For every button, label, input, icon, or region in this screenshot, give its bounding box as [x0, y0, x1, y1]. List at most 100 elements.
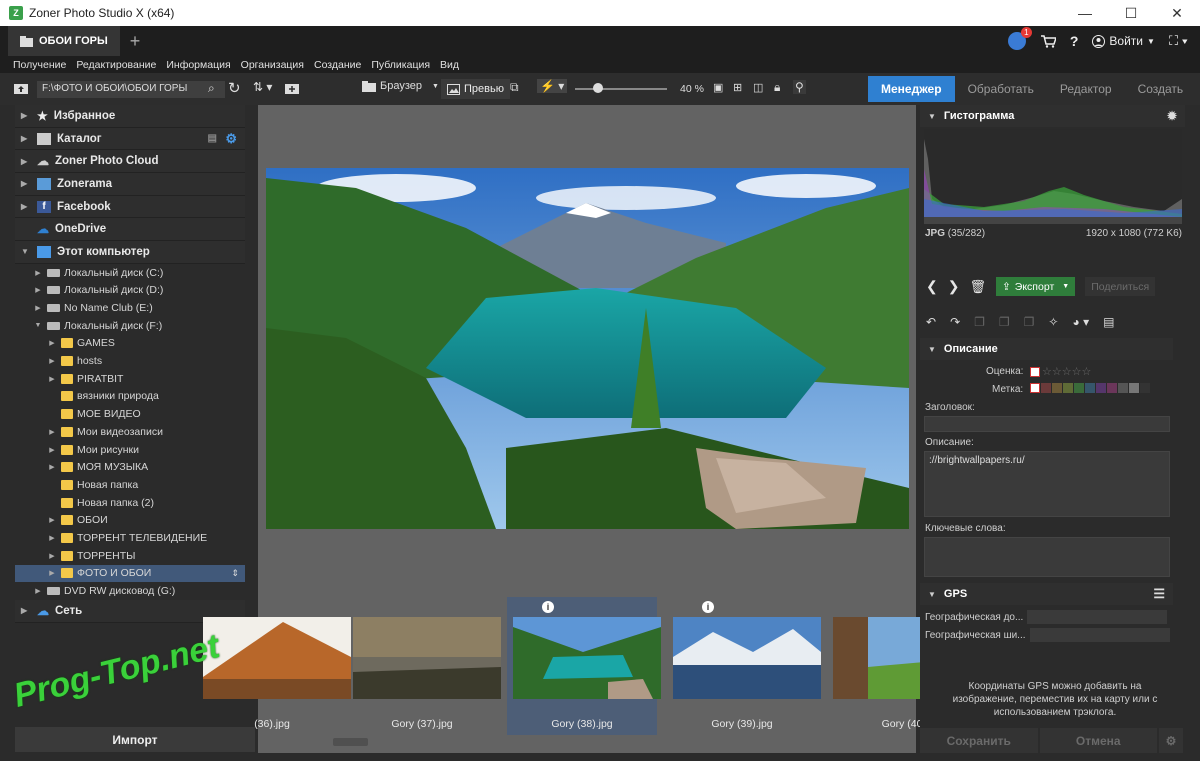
- menu-item-create[interactable]: Создание: [314, 59, 361, 71]
- expand-arrow-icon[interactable]: ▶: [47, 552, 57, 560]
- refresh-icon[interactable]: ↻: [228, 79, 241, 97]
- rotate-right-icon[interactable]: ↷: [950, 315, 960, 329]
- panel-scrollbar[interactable]: [1186, 105, 1200, 753]
- swatch-gray[interactable]: [1118, 383, 1128, 393]
- swatch-pink[interactable]: [1107, 383, 1117, 393]
- next-icon[interactable]: ❯: [948, 278, 960, 295]
- search-icon[interactable]: ⌕: [208, 81, 215, 96]
- gps-header[interactable]: ▼ GPS ☰: [920, 583, 1173, 605]
- tab-develop[interactable]: Обработать: [955, 76, 1047, 102]
- swatch-yellow[interactable]: [1063, 383, 1073, 393]
- preview-view-button[interactable]: Превью: [441, 79, 510, 99]
- maximize-button[interactable]: ☐: [1108, 0, 1154, 26]
- color-icon[interactable]: ◕ ▾: [1072, 315, 1089, 329]
- filmstrip-thumb[interactable]: (36).jpg: [197, 597, 351, 735]
- swatch-silver[interactable]: [1129, 383, 1139, 393]
- cart-icon[interactable]: [1040, 34, 1056, 48]
- info-icon[interactable]: i: [702, 601, 714, 613]
- tree-folder[interactable]: ▶ Мои рисунки: [15, 441, 245, 459]
- expand-arrow-icon[interactable]: ▶: [21, 134, 31, 143]
- browser-view-button[interactable]: Браузер ▼: [362, 80, 439, 92]
- nav-catalog[interactable]: ▶ Каталог ▤ ⚙: [15, 127, 245, 151]
- previous-icon[interactable]: ❮: [926, 278, 938, 295]
- add-tab-button[interactable]: +: [130, 31, 141, 52]
- external-window-icon[interactable]: ⧉: [510, 80, 519, 95]
- collapse-arrow-icon[interactable]: ▼: [928, 112, 936, 121]
- nav-onedrive[interactable]: ☁ OneDrive: [15, 218, 245, 242]
- expand-arrow-icon[interactable]: ▶: [47, 569, 57, 577]
- no-rating-icon[interactable]: [1030, 366, 1040, 377]
- filmstrip-thumb[interactable]: i Gory (39).jpg: [667, 597, 821, 735]
- swatch-purple[interactable]: [1096, 383, 1106, 393]
- tree-folder[interactable]: ▶ ОБОИ: [15, 511, 245, 529]
- expand-arrow-icon[interactable]: ▶: [21, 606, 31, 615]
- expand-arrow-icon[interactable]: ▶: [33, 269, 43, 277]
- histogram-header[interactable]: ▼ Гистограмма ✹: [920, 105, 1185, 127]
- description-header[interactable]: ▼ Описание: [920, 338, 1173, 360]
- tree-drive-e[interactable]: ▶ No Name Club (E:): [15, 299, 245, 317]
- tree-folder[interactable]: ▶ ТОРРЕНТ ТЕЛЕВИДЕНИЕ: [15, 529, 245, 547]
- tree-folder[interactable]: ▶ PIRATBIT: [15, 370, 245, 388]
- nav-facebook[interactable]: ▶ f Facebook: [15, 195, 245, 219]
- settings-icon[interactable]: ✹: [1167, 109, 1177, 123]
- expand-arrow-icon[interactable]: ▶: [21, 202, 31, 211]
- delete-icon[interactable]: 🗑︎: [969, 279, 986, 295]
- info-icon[interactable]: i: [542, 601, 554, 613]
- expand-arrow-icon[interactable]: ▶: [47, 534, 57, 542]
- zoom-slider-track[interactable]: [575, 88, 667, 90]
- export-button[interactable]: ⇪ Экспорт ▼: [995, 277, 1076, 296]
- chevron-down-icon[interactable]: ▼: [1062, 283, 1069, 290]
- tree-folder[interactable]: ▶ hosts: [15, 352, 245, 370]
- share-button[interactable]: Поделиться: [1085, 277, 1156, 296]
- comment-icon[interactable]: ▤: [1103, 315, 1114, 329]
- tab-editor[interactable]: Редактор: [1047, 76, 1125, 102]
- notifications-icon[interactable]: 1: [1007, 27, 1032, 50]
- add-folder-icon[interactable]: ▤: [208, 133, 217, 144]
- keywords-input[interactable]: [924, 537, 1170, 577]
- menu-item-import[interactable]: Получение: [13, 59, 66, 71]
- tree-drive-c[interactable]: ▶ Локальный диск (C:): [15, 264, 245, 282]
- expand-arrow-icon[interactable]: ▶: [47, 357, 57, 365]
- copy-icon[interactable]: ❐: [974, 315, 985, 329]
- cancel-button[interactable]: Отмена: [1039, 728, 1157, 753]
- gear-icon[interactable]: ⚙: [225, 131, 237, 147]
- no-label-icon[interactable]: [1030, 383, 1040, 393]
- expand-arrow-icon[interactable]: ▶: [21, 111, 31, 120]
- tab-manager[interactable]: Менеджер: [868, 76, 955, 102]
- nav-this-computer[interactable]: ▼ Этот компьютер: [15, 241, 245, 264]
- tree-drive-f[interactable]: ▼ Локальный диск (F:): [15, 317, 245, 335]
- expand-arrow-icon[interactable]: ▶: [33, 286, 43, 294]
- nav-zonerama[interactable]: ▶ Zonerama: [15, 173, 245, 196]
- menu-item-organize[interactable]: Организация: [241, 59, 304, 71]
- tree-folder[interactable]: МОЕ ВИДЕО: [15, 405, 245, 423]
- tree-folder[interactable]: ▶ Мои видеозаписи: [15, 423, 245, 441]
- gps-longitude-input[interactable]: [1027, 610, 1168, 624]
- sort-icon[interactable]: ⇅ ▾: [253, 80, 272, 94]
- tree-folder[interactable]: вязники природа: [15, 388, 245, 406]
- menu-item-publish[interactable]: Публикация: [371, 59, 430, 71]
- collapse-arrow-icon[interactable]: ▼: [21, 247, 31, 256]
- expand-arrow-icon[interactable]: ▶: [33, 587, 43, 595]
- swatch-green[interactable]: [1074, 383, 1084, 393]
- tree-folder[interactable]: Новая папка: [15, 476, 245, 494]
- wand-icon[interactable]: ✧: [1048, 315, 1058, 329]
- expand-arrow-icon[interactable]: ▶: [33, 304, 43, 312]
- tree-drive-d[interactable]: ▶ Локальный диск (D:): [15, 282, 245, 300]
- minimize-button[interactable]: —: [1062, 0, 1108, 26]
- actual-size-icon[interactable]: ▣: [713, 81, 723, 94]
- save-button[interactable]: Сохранить: [920, 728, 1038, 753]
- menu-item-view[interactable]: Вид: [440, 59, 459, 71]
- close-button[interactable]: ✕: [1154, 0, 1200, 26]
- menu-item-info[interactable]: Информация: [166, 59, 230, 71]
- fit-screen-icon[interactable]: ⊞: [733, 81, 742, 94]
- expand-arrow-icon[interactable]: ▶: [21, 157, 31, 166]
- gear-icon[interactable]: ⚙: [1159, 728, 1183, 753]
- tree-folder-selected[interactable]: ▶ ФОТО И ОБОИ ⇕: [15, 564, 245, 583]
- nav-zoner-cloud[interactable]: ▶ ☁ Zoner Photo Cloud: [15, 150, 245, 174]
- path-input[interactable]: F:\ФОТО И ОБОИ\ОБОИ ГОРЫ: [37, 81, 225, 98]
- person-search-icon[interactable]: ⚲: [793, 80, 806, 94]
- duplicate-icon[interactable]: ❐: [1024, 315, 1035, 329]
- nav-favorites[interactable]: ▶ ★ Избранное: [15, 105, 245, 128]
- new-folder-icon[interactable]: [285, 82, 299, 94]
- tree-folder[interactable]: Новая папка (2): [15, 494, 245, 512]
